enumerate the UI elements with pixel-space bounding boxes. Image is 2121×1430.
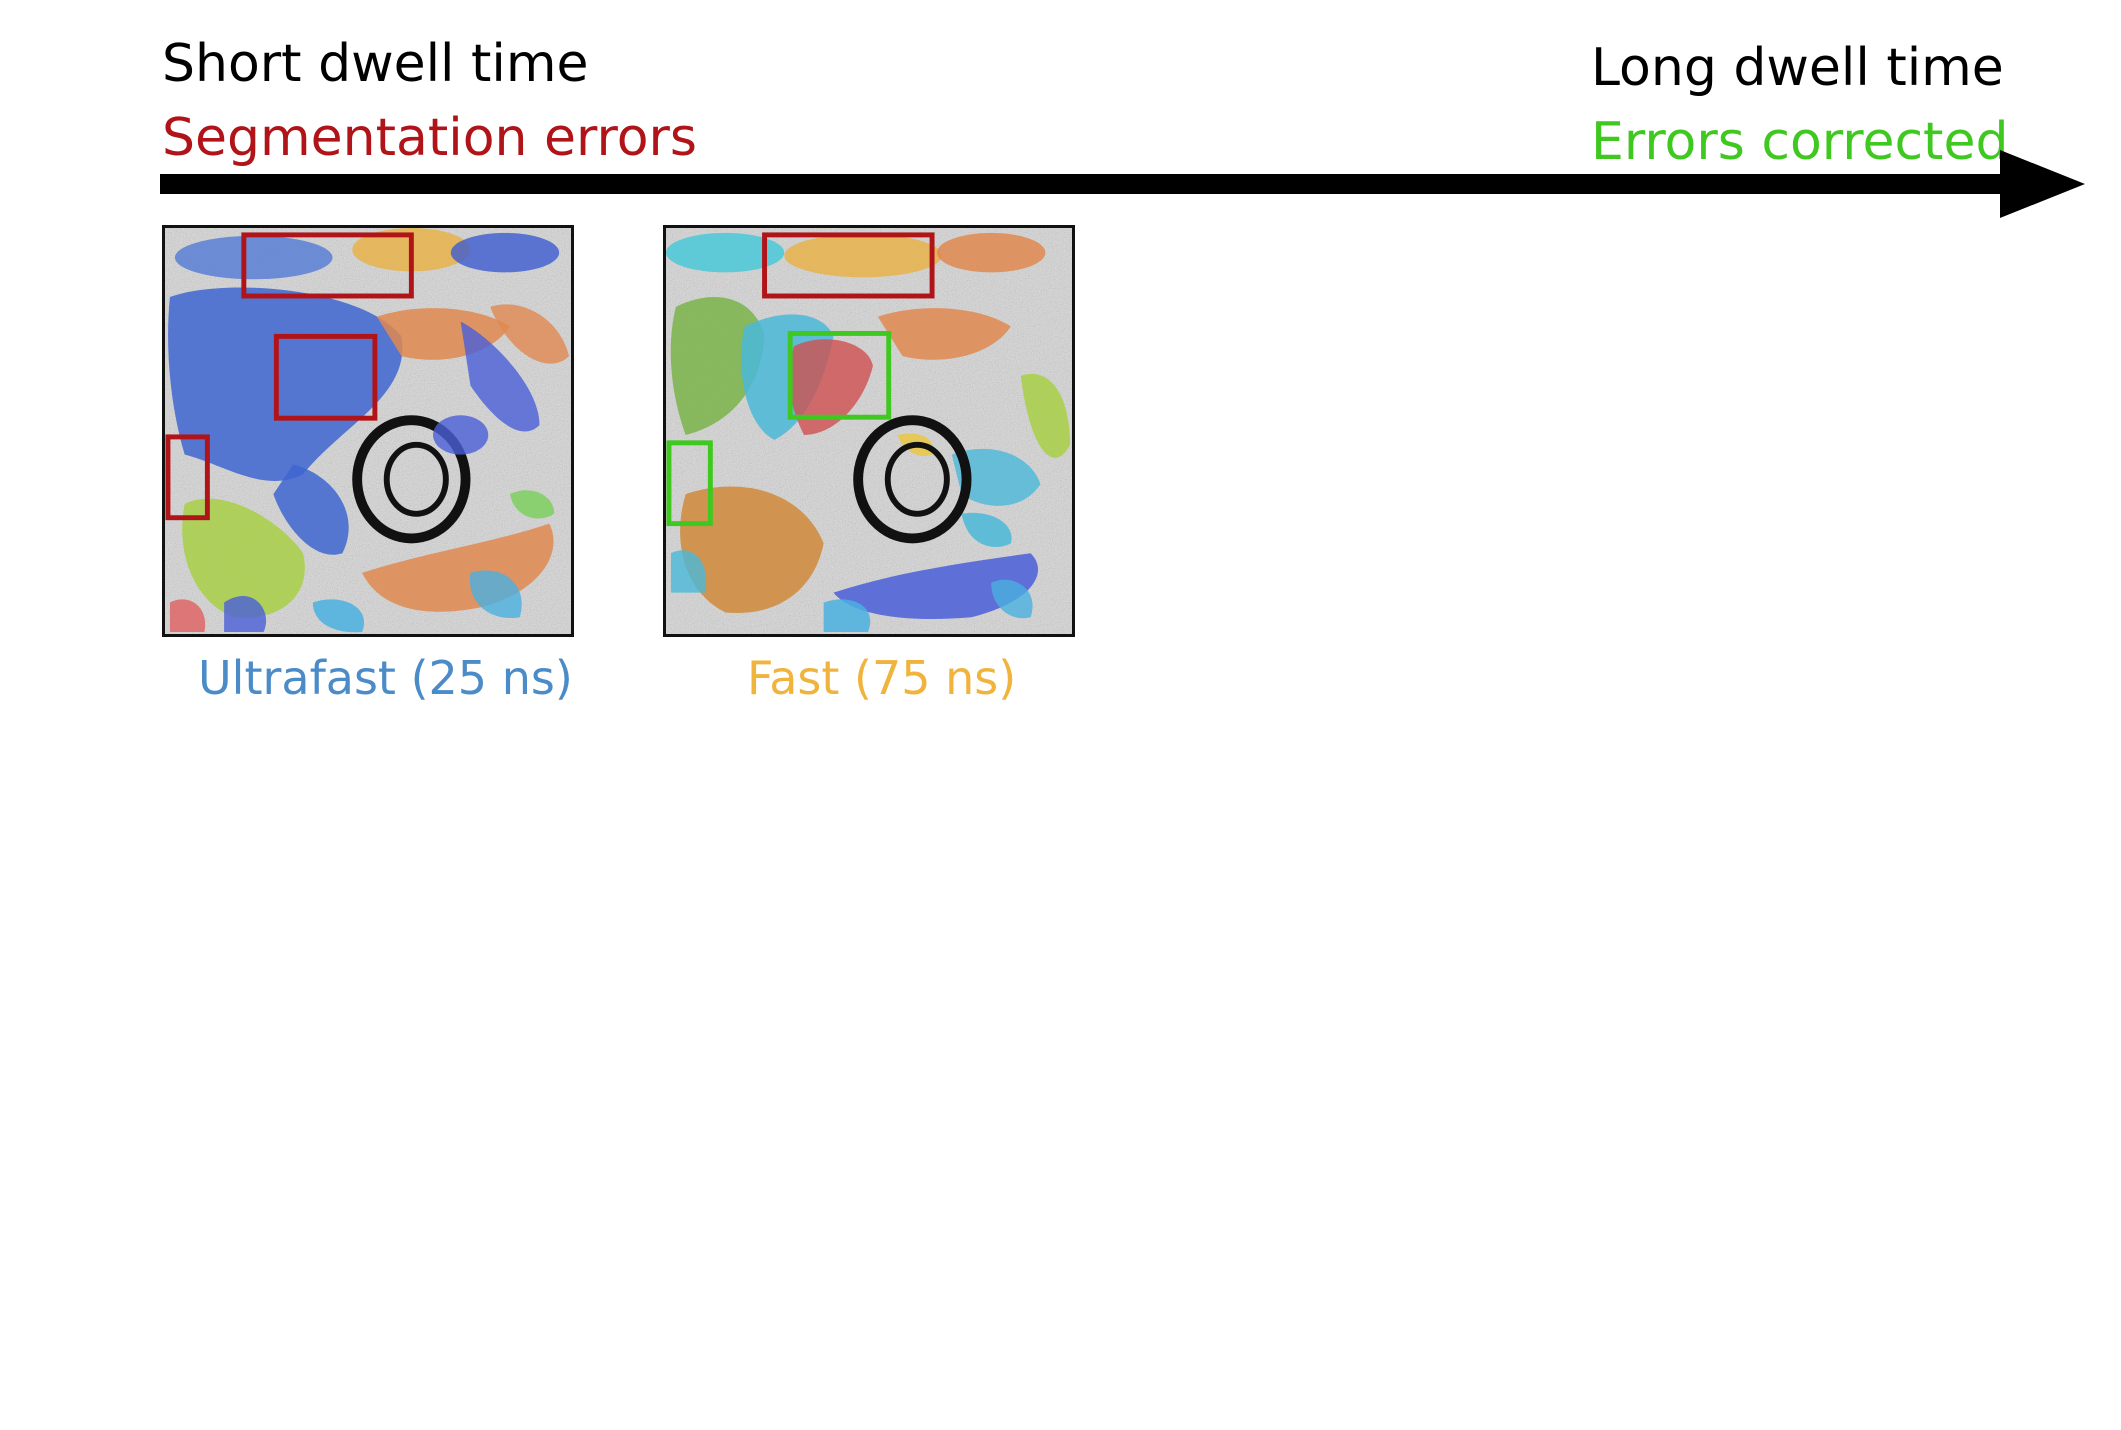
fast-segmentation-image (663, 225, 1075, 637)
ultrafast-segmentation-image (162, 225, 574, 637)
long-dwell-time-label: Long dwell time (1591, 38, 2004, 98)
dwell-time-arrow (160, 150, 2085, 218)
ultrafast-caption: Ultrafast (25 ns) (198, 651, 573, 705)
fast-caption: Fast (75 ns) (747, 651, 1017, 705)
short-dwell-time-label: Short dwell time (162, 34, 589, 94)
